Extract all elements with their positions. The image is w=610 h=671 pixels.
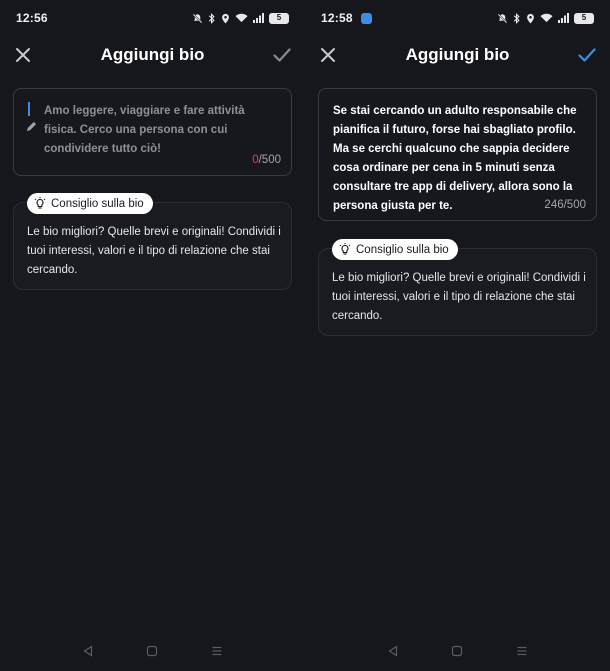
close-button[interactable] <box>317 44 339 66</box>
back-triangle-icon <box>83 645 93 657</box>
system-nav-bar <box>0 639 305 663</box>
signal-icon <box>558 13 569 23</box>
bluetooth-icon <box>513 12 520 24</box>
location-icon <box>527 13 534 23</box>
app-bar: Aggiungi bio <box>0 36 305 74</box>
signal-icon <box>253 13 264 23</box>
phone-screen-right: 12:58 5 Aggiungi bio Se stai cercando un… <box>305 0 610 671</box>
tip-badge-label: Consiglio sulla bio <box>51 197 144 210</box>
character-counter: 0/500 <box>252 154 281 166</box>
status-time: 12:58 <box>321 11 353 25</box>
location-icon <box>222 13 229 23</box>
nav-back-button[interactable] <box>381 639 405 663</box>
tip-text: Le bio migliori? Quelle brevi e original… <box>332 272 586 322</box>
tip-badge: Consiglio sulla bio <box>332 239 458 260</box>
home-square-icon <box>147 645 158 657</box>
tip-badge-label: Consiglio sulla bio <box>356 243 449 256</box>
lightbulb-icon <box>339 243 351 255</box>
close-button[interactable] <box>12 44 34 66</box>
pencil-icon <box>26 119 37 137</box>
nav-home-button[interactable] <box>445 639 469 663</box>
page-title: Aggiungi bio <box>100 45 205 64</box>
text-cursor <box>28 102 30 116</box>
nav-back-button[interactable] <box>76 639 100 663</box>
wifi-icon <box>235 13 248 23</box>
tip-badge: Consiglio sulla bio <box>27 193 153 214</box>
nav-recents-button[interactable] <box>510 639 534 663</box>
home-square-icon <box>452 645 463 657</box>
check-icon <box>578 48 596 62</box>
status-icons: 5 <box>497 12 594 24</box>
mute-bell-icon <box>497 13 508 23</box>
status-time: 12:56 <box>16 11 48 25</box>
check-icon <box>273 48 291 62</box>
system-nav-bar <box>305 639 610 663</box>
phone-screen-left: 12:56 5 Aggiungi bio Amo leggere, viaggi… <box>0 0 305 671</box>
close-icon <box>321 48 335 62</box>
back-triangle-icon <box>388 645 398 657</box>
character-count: 246 <box>544 199 564 211</box>
status-icons: 5 <box>192 12 289 24</box>
save-check-button[interactable] <box>576 44 598 66</box>
nav-recents-button[interactable] <box>205 639 229 663</box>
nav-home-button[interactable] <box>140 639 164 663</box>
bio-tip-card: Consiglio sulla bio Le bio migliori? Que… <box>13 193 292 290</box>
app-notification-icon <box>360 12 372 24</box>
app-bar: Aggiungi bio <box>305 36 610 74</box>
page-title: Aggiungi bio <box>405 45 510 64</box>
bio-input[interactable]: Amo leggere, viaggiare e fare attività f… <box>13 88 292 176</box>
wifi-icon <box>540 13 553 23</box>
status-bar: 12:56 5 <box>0 0 305 36</box>
save-check-button[interactable] <box>271 44 293 66</box>
bio-tip-card: Consiglio sulla bio Le bio migliori? Que… <box>318 239 597 336</box>
battery-indicator: 5 <box>574 12 594 24</box>
character-counter: 246/500 <box>544 199 586 211</box>
bio-input[interactable]: Se stai cercando un adulto responsabile … <box>318 88 597 221</box>
mute-bell-icon <box>192 13 203 23</box>
tip-text: Le bio migliori? Quelle brevi e original… <box>27 226 281 276</box>
bio-placeholder: Amo leggere, viaggiare e fare attività f… <box>44 105 245 155</box>
status-bar: 12:58 5 <box>305 0 610 36</box>
close-icon <box>16 48 30 62</box>
recents-lines-icon <box>212 646 222 656</box>
lightbulb-icon <box>34 197 46 209</box>
character-max: /500 <box>563 199 586 211</box>
recents-lines-icon <box>517 646 527 656</box>
bluetooth-icon <box>208 12 215 24</box>
character-max: /500 <box>258 154 281 166</box>
battery-indicator: 5 <box>269 12 289 24</box>
